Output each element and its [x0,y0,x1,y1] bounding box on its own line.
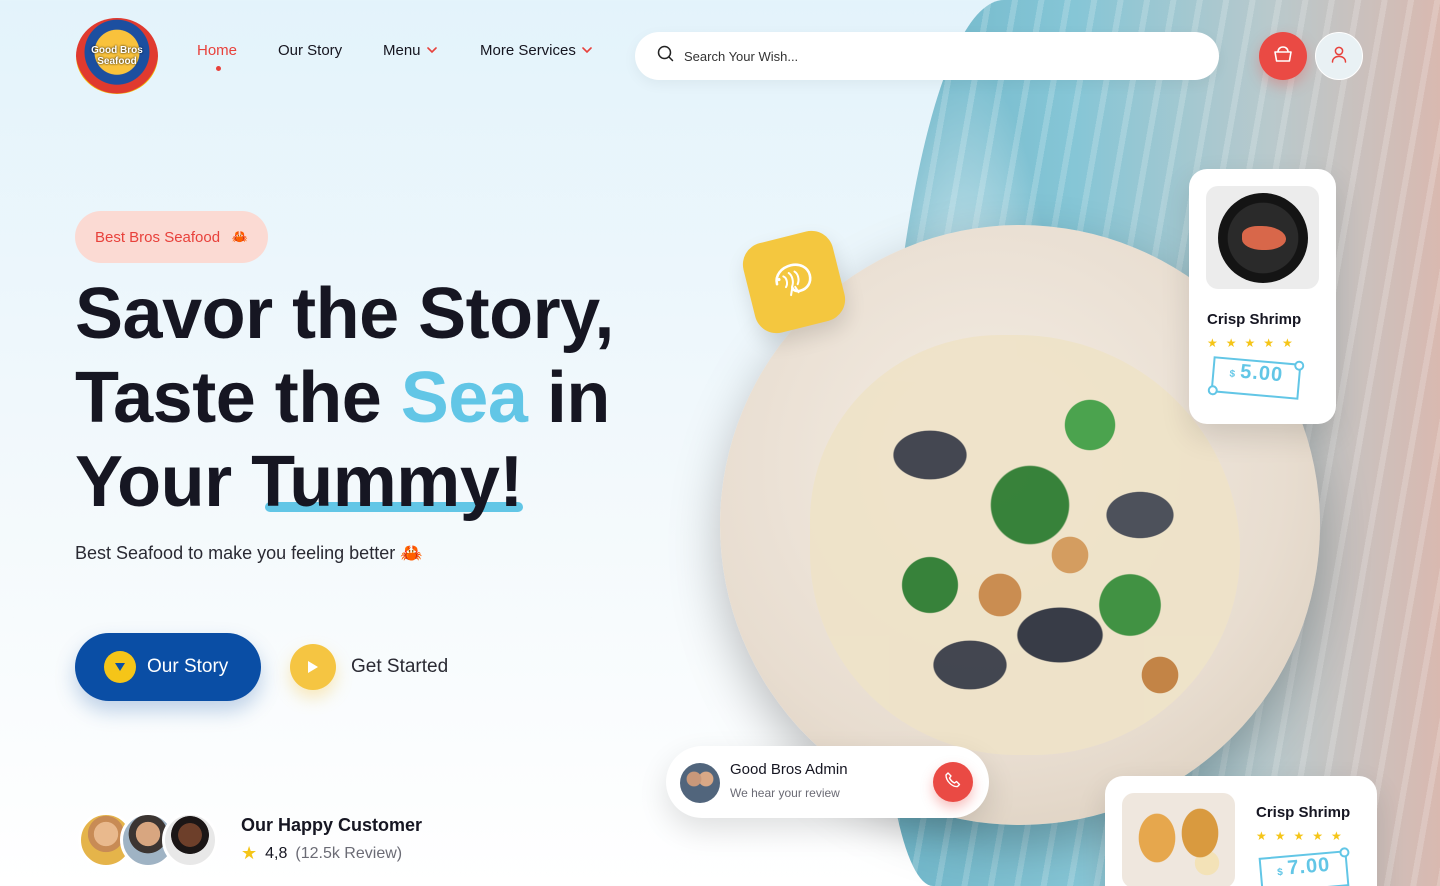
nav-home[interactable]: Home [197,42,237,59]
customer-avatar-group [78,812,228,868]
product-card[interactable]: Crisp Shrimp ★★★★★ $ 5.00 [1189,169,1336,424]
headline-line3-start: Your [75,442,252,522]
admin-contact-card[interactable]: Good Bros Admin We hear your review [666,746,989,818]
product-image [1206,186,1319,289]
rating-score: 4,8 [265,844,288,862]
hero-tag-label: Best Bros Seafood [95,228,221,246]
search-bar[interactable] [635,32,1219,80]
rating-stars: ★★★★★ [1256,829,1350,843]
nav-menu[interactable]: Menu [383,42,437,59]
headline-highlight-tummy: Tummy! [251,442,523,522]
headline-line1: Savor the Story, [75,274,614,354]
nav-our-story[interactable]: Our Story [278,42,342,59]
active-indicator-dot [216,66,221,71]
user-icon [1329,44,1349,69]
price-currency: $ [1229,368,1236,381]
price-tag: $ 5.00 [1210,356,1302,400]
rating-stars: ★★★★★ [1207,336,1301,350]
review-count: (12.5k Review) [295,844,403,862]
headline-line2-start: Taste the [75,358,401,438]
product-name: Crisp Shrimp [1207,311,1302,328]
cart-button[interactable] [1259,32,1307,80]
shrimp-icon [766,255,822,310]
our-story-button[interactable]: Our Story [75,633,261,701]
price-tag: $ 7.00 [1258,850,1350,886]
nav-our-story-label: Our Story [278,42,343,59]
avatar [680,763,720,803]
product-card[interactable]: Crisp Shrimp ★★★★★ $ 7.00 [1105,776,1377,886]
chevron-down-icon [426,45,437,57]
avatar [162,812,218,868]
arrow-down-icon [104,651,136,683]
call-button[interactable] [933,762,973,802]
get-started-label: Get Started [351,656,449,677]
customer-rating: ★ 4,8 (12.5k Review) [241,843,402,864]
nav-more-services[interactable]: More Services [480,42,592,59]
headline-highlight-sea: Sea [400,358,528,438]
product-name: Crisp Shrimp [1256,804,1351,821]
price-value: 5.00 [1239,360,1285,387]
get-started-button[interactable]: Get Started [290,644,448,690]
nav-menu-label: Menu [383,42,421,59]
our-story-button-label: Our Story [147,656,229,677]
search-icon [657,45,674,67]
price-currency: $ [1276,866,1284,879]
chevron-down-icon [582,45,592,57]
admin-subtitle: We hear your review [730,786,840,800]
nav-more-services-label: More Services [480,42,576,59]
phone-icon [944,771,962,794]
hero-headline: Savor the Story, Taste the Sea in Your T… [75,272,695,524]
brand-logo[interactable]: Good Bros Seafood [76,18,158,94]
user-profile-button[interactable] [1315,32,1363,80]
product-image [1122,793,1235,886]
search-input[interactable] [684,48,1164,64]
basket-icon [1272,44,1294,69]
headline-line2-end: in [527,358,610,438]
hero-subline: Best Seafood to make you feeling better … [75,543,423,563]
admin-name: Good Bros Admin [730,761,848,778]
logo-text: Good Bros Seafood [91,45,143,67]
crab-icon: 🦀 [231,229,249,244]
play-icon [290,644,336,690]
happy-customer-title: Our Happy Customer [241,815,423,835]
hero-tag-badge: Best Bros Seafood 🦀 [75,211,269,263]
nav-home-label: Home [197,42,238,59]
price-value: 7.00 [1286,853,1332,880]
star-icon: ★ [241,843,258,863]
